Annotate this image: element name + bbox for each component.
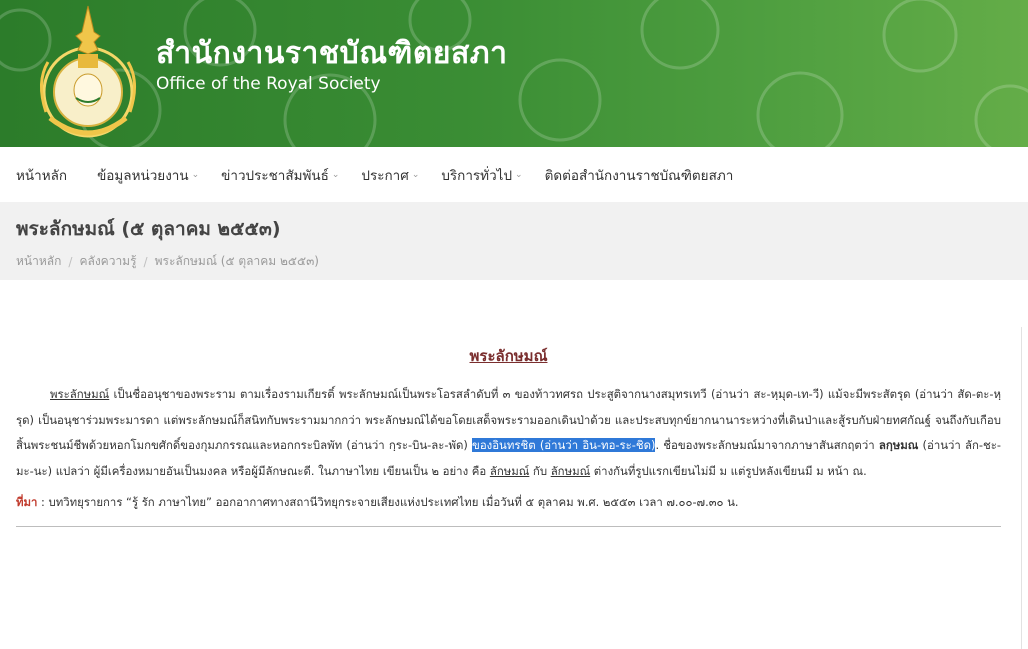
site-subtitle: Office of the Royal Society (156, 74, 381, 94)
breadcrumb-separator: / (68, 254, 73, 269)
spelling-variant-2: ลักษมณ์ (550, 463, 591, 478)
page-title: พระลักษมณ์ (๕ ตุลาคม ๒๕๕๓) (16, 218, 281, 240)
chevron-down-icon: ⌄ (191, 169, 200, 180)
nav-item-announcements[interactable]: ประกาศ ⌄ (361, 164, 419, 186)
header-pattern (0, 0, 1028, 147)
breadcrumb: หน้าหลัก / คลังความรู้ / พระลักษมณ์ (๕ ต… (16, 252, 319, 271)
breadcrumb-separator: / (143, 254, 148, 269)
breadcrumb-current: พระลักษมณ์ (๕ ตุลาคม ๒๕๕๓) (154, 254, 319, 268)
nav-item-label: หน้าหลัก (16, 167, 68, 184)
nav-item-label: ติดต่อสำนักงานราชบัณฑิตยสภา (544, 167, 734, 184)
article-text: ต่างกันที่รูปแรกเขียนไม่มี ม แต่รูปหลังเ… (590, 463, 867, 478)
nav-item-label: ประกาศ (361, 167, 409, 184)
nav-item-label: บริการทั่วไป (441, 167, 513, 184)
article-paragraph: พระลักษมณ์ เป็นชื่ออนุชาของพระราม ตามเรื… (16, 382, 1001, 484)
main-nav: หน้าหลัก ข้อมูลหน่วยงาน ⌄ ข่าวประชาสัมพั… (0, 147, 1028, 202)
article-heading: พระลักษมณ์ (469, 347, 548, 365)
content-divider (16, 526, 1001, 527)
site-title: สำนักงานราชบัณฑิตยสภา (156, 36, 508, 71)
chevron-down-icon: ⌄ (331, 169, 340, 180)
article-content: พระลักษมณ์ พระลักษมณ์ เป็นชื่ออนุชาของพร… (0, 344, 1028, 527)
selected-text-highlight[interactable]: ของอินทรชิต (อ่านว่า อิน-ทอ-ระ-ชิด) (472, 438, 656, 452)
spelling-variant-1: ลักษมณ์ (489, 463, 530, 478)
nav-item-news[interactable]: ข่าวประชาสัมพันธ์ ⌄ (221, 164, 339, 186)
source-label: ที่มา (16, 495, 38, 509)
site-header: สำนักงานราชบัณฑิตยสภา Office of the Roya… (0, 0, 1028, 147)
source-text: บทวิทยุรายการ “รู้ รัก ภาษาไทย” ออกอากาศ… (48, 495, 739, 509)
scrollbar-track[interactable] (1021, 327, 1022, 649)
nav-item-home[interactable]: หน้าหลัก (16, 164, 67, 186)
source-note: ที่มา : บทวิทยุรายการ “รู้ รัก ภาษาไทย” … (16, 492, 1001, 512)
sanskrit-term: ลกฺษมณ (878, 438, 919, 452)
article-lead-term: พระลักษมณ์ (50, 387, 110, 401)
nav-item-contact[interactable]: ติดต่อสำนักงานราชบัณฑิตยสภา (545, 164, 734, 186)
chevron-down-icon: ⌄ (411, 169, 420, 180)
nav-item-agency-info[interactable]: ข้อมูลหน่วยงาน ⌄ (97, 164, 199, 186)
royal-society-emblem-icon[interactable] (28, 2, 148, 144)
chevron-down-icon: ⌄ (515, 169, 523, 180)
article-text: กับ (529, 463, 551, 478)
breadcrumb-knowledge-link[interactable]: คลังความรู้ (79, 252, 136, 271)
page-head: พระลักษมณ์ (๕ ตุลาคม ๒๕๕๓) หน้าหลัก / คล… (0, 202, 1028, 280)
nav-item-label: ข่าวประชาสัมพันธ์ (221, 167, 329, 184)
nav-item-label: ข้อมูลหน่วยงาน (97, 167, 189, 184)
breadcrumb-home-link[interactable]: หน้าหลัก (16, 252, 61, 271)
article-text: . ชื่อของพระลักษมณ์มาจากภาษาสันสกฤตว่า (655, 438, 879, 452)
source-colon: : (37, 495, 49, 509)
nav-item-services[interactable]: บริการทั่วไป ⌄ (441, 164, 522, 186)
